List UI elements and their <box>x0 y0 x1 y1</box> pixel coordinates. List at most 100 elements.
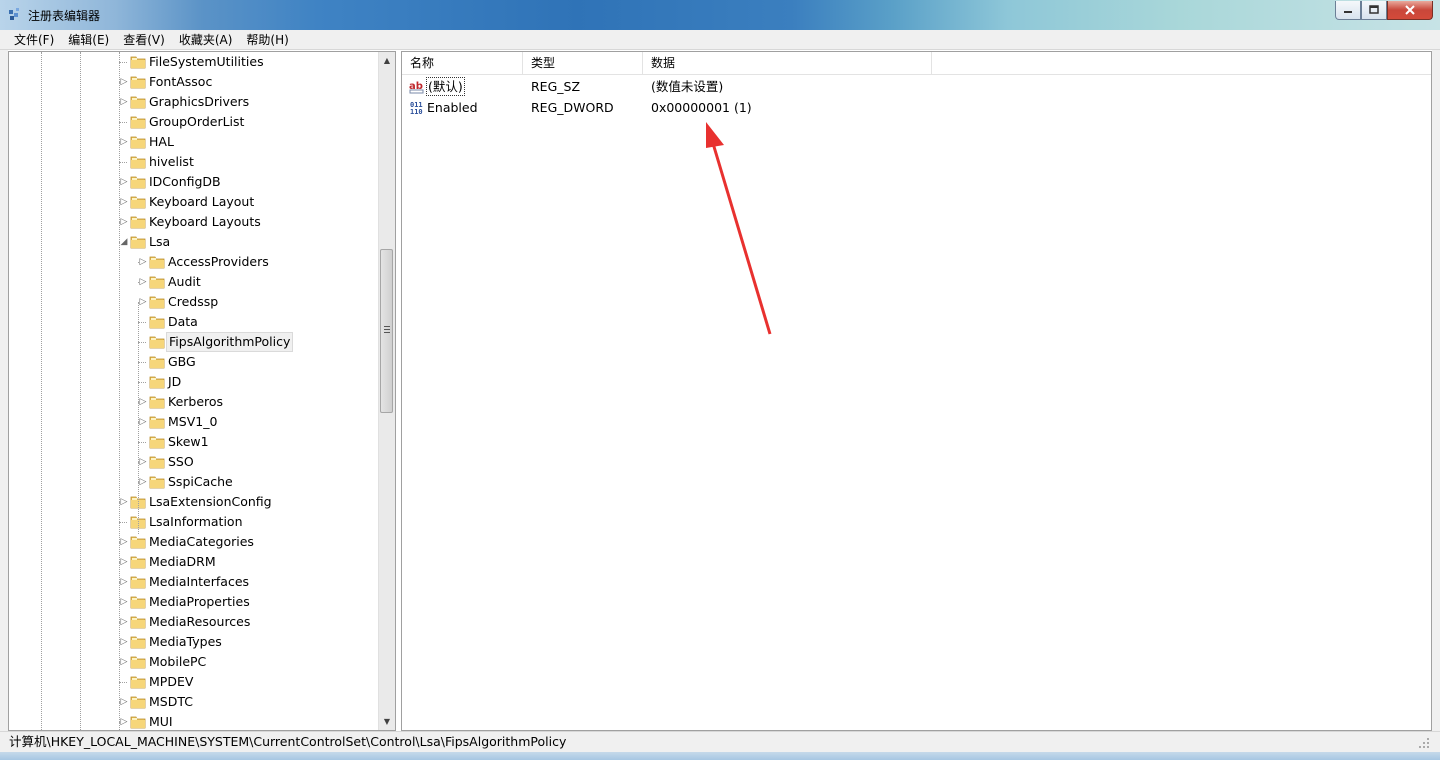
tree-item[interactable]: ▷ MediaResources <box>9 612 381 632</box>
tree-item[interactable]: FipsAlgorithmPolicy <box>9 332 381 352</box>
tree-item-label: MUI <box>149 714 173 729</box>
tree-item[interactable]: hivelist <box>9 152 381 172</box>
menu-help[interactable]: 帮助(H) <box>239 30 295 50</box>
window-title: 注册表编辑器 <box>28 9 101 23</box>
menu-file[interactable]: 文件(F) <box>0 30 61 50</box>
tree-item[interactable]: GroupOrderList <box>9 112 381 132</box>
tree-item[interactable]: ▷ MUI <box>9 712 381 730</box>
tree-item[interactable]: ▷ SspiCache <box>9 472 381 492</box>
tree-item-label: Kerberos <box>168 394 224 409</box>
tree-item[interactable]: ◢ Lsa <box>9 232 381 252</box>
tree-item[interactable]: ▷ MediaDRM <box>9 552 381 572</box>
tree-item[interactable]: JD <box>9 372 381 392</box>
tree-item[interactable]: ▷ SSO <box>9 452 381 472</box>
column-header-type[interactable]: 类型 <box>523 52 643 74</box>
tree-item-label: MediaTypes <box>149 634 222 649</box>
collapsed-triangle-icon[interactable]: ▷ <box>139 398 147 407</box>
collapsed-triangle-icon[interactable]: ▷ <box>139 418 147 427</box>
collapsed-triangle-icon[interactable]: ▷ <box>120 498 128 507</box>
title-bar[interactable]: 注册表编辑器 <box>0 0 1440 30</box>
tree-item[interactable]: ▷ FontAssoc <box>9 72 381 92</box>
tree-item[interactable]: Skew1 <box>9 432 381 452</box>
menu-edit[interactable]: 编辑(E) <box>61 30 116 50</box>
tree-guide-line <box>138 302 139 534</box>
expanded-triangle-icon[interactable]: ◢ <box>120 238 128 247</box>
value-name: (默认) <box>426 77 465 96</box>
collapsed-triangle-icon[interactable]: ▷ <box>139 258 147 267</box>
tree-item[interactable]: ▷ IDConfigDB <box>9 172 381 192</box>
folder-icon <box>149 374 165 389</box>
collapsed-triangle-icon[interactable]: ▷ <box>120 638 128 647</box>
scroll-thumb[interactable] <box>380 249 393 413</box>
collapsed-triangle-icon[interactable]: ▷ <box>120 598 128 607</box>
scroll-up-button[interactable]: ▲ <box>379 52 395 69</box>
folder-icon <box>130 614 146 629</box>
collapsed-triangle-icon[interactable]: ▷ <box>139 278 147 287</box>
tree-item-label: MSDTC <box>149 694 193 709</box>
tree-item-label: MediaResources <box>149 614 251 629</box>
collapsed-triangle-icon[interactable]: ▷ <box>120 578 128 587</box>
value-row-default[interactable]: ab (默认) REG_SZ (数值未设置) <box>402 76 1002 97</box>
collapsed-triangle-icon[interactable]: ▷ <box>120 138 128 147</box>
folder-icon <box>149 314 165 329</box>
tree-item[interactable]: LsaInformation <box>9 512 381 532</box>
tree-item[interactable]: ▷ Kerberos <box>9 392 381 412</box>
tree-item[interactable]: ▷ Audit <box>9 272 381 292</box>
collapsed-triangle-icon[interactable]: ▷ <box>120 198 128 207</box>
collapsed-triangle-icon[interactable]: ▷ <box>120 698 128 707</box>
collapsed-triangle-icon[interactable]: ▷ <box>120 178 128 187</box>
minimize-button[interactable] <box>1335 1 1361 20</box>
resize-grip-icon[interactable] <box>1418 737 1430 749</box>
string-value-icon: ab <box>409 81 424 94</box>
tree-item-label: Data <box>168 314 198 329</box>
current-key-path: 计算机\HKEY_LOCAL_MACHINE\SYSTEM\CurrentCon… <box>9 734 567 749</box>
collapsed-triangle-icon[interactable]: ▷ <box>139 478 147 487</box>
tree-item[interactable]: ▷ MediaProperties <box>9 592 381 612</box>
tree-item[interactable]: ▷ MSDTC <box>9 692 381 712</box>
tree-item[interactable]: ▷ HAL <box>9 132 381 152</box>
tree-item[interactable]: ▷ AccessProviders <box>9 252 381 272</box>
registry-values-list[interactable]: 名称 类型 数据 ab (默认) REG_SZ (数值未设置) 011 110 … <box>401 51 1432 731</box>
collapsed-triangle-icon[interactable]: ▷ <box>120 558 128 567</box>
tree-item[interactable]: ▷ MediaTypes <box>9 632 381 652</box>
maximize-button[interactable] <box>1361 1 1387 20</box>
tree-item[interactable]: ▷ MediaCategories <box>9 532 381 552</box>
collapsed-triangle-icon[interactable]: ▷ <box>120 78 128 87</box>
tree-item[interactable]: MPDEV <box>9 672 381 692</box>
registry-key-tree[interactable]: FileSystemUtilities ▷ FontAssoc ▷ GraphicsDr… <box>8 51 396 731</box>
value-type: REG_SZ <box>531 79 581 94</box>
tree-item[interactable]: ▷ Keyboard Layouts <box>9 212 381 232</box>
tree-item[interactable]: GBG <box>9 352 381 372</box>
tree-item[interactable]: ▷ Keyboard Layout <box>9 192 381 212</box>
collapsed-triangle-icon[interactable]: ▷ <box>120 658 128 667</box>
collapsed-triangle-icon[interactable]: ▷ <box>120 98 128 107</box>
close-button[interactable] <box>1387 1 1433 20</box>
value-data: (数值未设置) <box>651 79 724 94</box>
tree-item[interactable]: ▷ GraphicsDrivers <box>9 92 381 112</box>
tree-item[interactable]: ▷ MSV1_0 <box>9 412 381 432</box>
tree-connector <box>119 682 127 683</box>
menu-view[interactable]: 查看(V) <box>116 30 172 50</box>
tree-item[interactable]: FileSystemUtilities <box>9 52 381 72</box>
collapsed-triangle-icon[interactable]: ▷ <box>120 218 128 227</box>
collapsed-triangle-icon[interactable]: ▷ <box>120 538 128 547</box>
column-header-name[interactable]: 名称 <box>402 52 523 74</box>
menu-favorites[interactable]: 收藏夹(A) <box>172 30 240 50</box>
tree-item-label: SSO <box>168 454 194 469</box>
collapsed-triangle-icon[interactable]: ▷ <box>120 618 128 627</box>
value-name: Enabled <box>427 100 478 115</box>
collapsed-triangle-icon[interactable]: ▷ <box>120 718 128 727</box>
tree-item[interactable]: ▷ MobilePC <box>9 652 381 672</box>
tree-item[interactable]: ▷ MediaInterfaces <box>9 572 381 592</box>
tree-vertical-scrollbar[interactable]: ▲ ▼ <box>378 52 395 730</box>
tree-item[interactable]: Data <box>9 312 381 332</box>
scroll-down-button[interactable]: ▼ <box>379 713 395 730</box>
collapsed-triangle-icon[interactable]: ▷ <box>139 298 147 307</box>
tree-item-label: Keyboard Layout <box>149 194 255 209</box>
tree-item-label: AccessProviders <box>168 254 269 269</box>
collapsed-triangle-icon[interactable]: ▷ <box>139 458 147 467</box>
tree-item[interactable]: ▷ LsaExtensionConfig <box>9 492 381 512</box>
column-header-data[interactable]: 数据 <box>643 52 932 74</box>
tree-item[interactable]: ▷ Credssp <box>9 292 381 312</box>
folder-icon <box>130 534 146 549</box>
